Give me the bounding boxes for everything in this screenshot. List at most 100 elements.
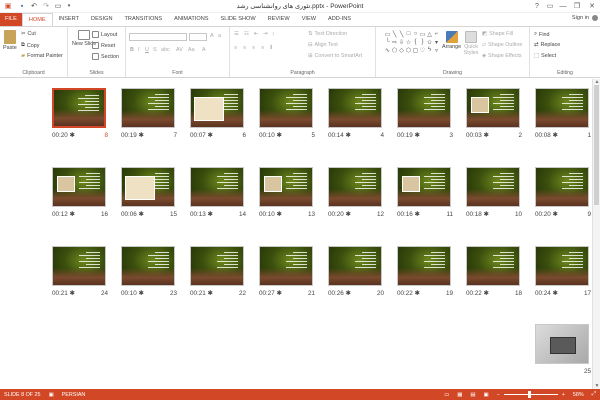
shape-fill-button[interactable]: ◩ Shape Fill	[482, 31, 513, 37]
columns-icon[interactable]: ⫴	[270, 45, 272, 52]
section-button[interactable]: Section	[92, 53, 119, 60]
justify-icon[interactable]: ≡	[261, 45, 264, 51]
slide-thumbnail[interactable]	[121, 246, 175, 286]
shape-more-icon[interactable]: ▾	[435, 39, 438, 46]
shape-oval-icon[interactable]: ○	[414, 31, 418, 37]
shape-outline-button[interactable]: ▱ Shape Outline	[482, 42, 522, 48]
shape-rect-icon[interactable]: □	[407, 31, 411, 37]
shape-diamond-icon[interactable]: ◇	[399, 47, 404, 54]
slide-thumbnail[interactable]	[535, 246, 589, 286]
increase-indent-icon[interactable]: ⇥	[263, 31, 268, 37]
slide-thumbnail[interactable]	[52, 88, 106, 128]
zoom-level[interactable]: 58%	[569, 392, 588, 398]
font-name-combobox[interactable]	[129, 33, 187, 41]
ribbon-display-options-icon[interactable]: ▭	[544, 0, 556, 12]
slide-thumbnail[interactable]	[466, 167, 520, 207]
scroll-thumb[interactable]	[594, 85, 599, 205]
change-case-icon[interactable]: Aa	[188, 47, 195, 53]
slide-thumbnail[interactable]	[121, 167, 175, 207]
font-color-icon[interactable]: A	[202, 47, 206, 53]
convert-smartart-button[interactable]: ⊞ Convert to SmartArt	[308, 53, 362, 59]
slide-thumbnail[interactable]	[190, 167, 244, 207]
shape-brace-icon[interactable]: {	[414, 39, 416, 45]
slide-thumbnail[interactable]	[52, 246, 106, 286]
shape-star-icon[interactable]: ✩	[427, 39, 432, 46]
shape-curve-icon[interactable]: ∿	[385, 47, 390, 54]
reading-view-icon[interactable]: ▤	[466, 392, 479, 398]
shape-connector-icon[interactable]: └	[385, 39, 389, 45]
slide-thumbnail[interactable]	[466, 88, 520, 128]
shape-callout-icon[interactable]: ▢	[413, 47, 419, 54]
sign-in-label[interactable]: Sign in	[572, 15, 589, 21]
format-painter-button[interactable]: ▰ Format Painter	[21, 53, 63, 59]
strikethrough-icon[interactable]: abc	[161, 47, 170, 53]
quick-styles-button[interactable]: Quick Styles	[462, 31, 480, 56]
slide-thumbnail[interactable]	[190, 246, 244, 286]
zoom-in-icon[interactable]: +	[558, 392, 569, 398]
help-icon[interactable]: ?	[531, 0, 543, 12]
shape-star-icon[interactable]: ☆	[406, 39, 411, 46]
shape-hexagon-icon[interactable]: ⬡	[406, 47, 411, 54]
shape-arrow-icon[interactable]: ⇩	[399, 39, 404, 46]
text-direction-button[interactable]: ⇅ Text Direction	[308, 31, 347, 37]
slide-thumbnail[interactable]	[397, 88, 451, 128]
shape-text-box-icon[interactable]: ▭	[385, 31, 391, 38]
line-spacing-icon[interactable]: ↕	[272, 31, 275, 37]
shape-arrow-icon[interactable]: ⇨	[392, 39, 397, 46]
slide-thumbnail[interactable]	[328, 167, 382, 207]
grow-font-icon[interactable]: A	[210, 33, 214, 39]
zoom-slider-thumb[interactable]	[527, 391, 531, 398]
slide-thumbnail[interactable]	[259, 88, 313, 128]
slide-thumbnail[interactable]	[190, 88, 244, 128]
minimize-icon[interactable]: —	[557, 0, 569, 12]
shape-bolt-icon[interactable]: ϟ	[428, 47, 431, 53]
normal-view-icon[interactable]: ▭	[440, 392, 453, 398]
shape-line-icon[interactable]: ╲	[393, 31, 397, 38]
vertical-scrollbar[interactable]: ▲ ▼	[592, 79, 600, 389]
numbering-icon[interactable]: ☷	[244, 31, 249, 37]
align-left-icon[interactable]: ≡	[234, 45, 237, 51]
reset-button[interactable]: Reset	[92, 42, 115, 49]
shapes-gallery[interactable]: ▭ ╲ ╲ □ ○ ▭ △ ⌐ └ ⇨ ⇩ ☆{} ✩ ▾ ∿ ⬠ ◇ ⬡ ▢ ♡ ϟ ▿	[384, 30, 440, 60]
slide-thumbnail[interactable]	[466, 246, 520, 286]
decrease-indent-icon[interactable]: ⇤	[254, 31, 259, 37]
cut-button[interactable]: ✂ Cut	[21, 31, 36, 37]
paste-button[interactable]: Paste	[3, 30, 17, 51]
slide-thumbnail[interactable]	[121, 88, 175, 128]
slide-thumbnail[interactable]	[397, 246, 451, 286]
italic-icon[interactable]: I	[138, 47, 140, 53]
slide-show-view-icon[interactable]: ▣	[479, 392, 492, 398]
select-button[interactable]: ⬚ Select	[534, 53, 556, 59]
shape-brace-icon[interactable]: }	[421, 39, 423, 45]
shape-heart-icon[interactable]: ♡	[420, 47, 425, 54]
tab-review[interactable]: REVIEW	[262, 13, 296, 26]
slide-thumbnail[interactable]	[52, 167, 106, 207]
zoom-slider[interactable]	[503, 391, 558, 398]
shape-triangle-icon[interactable]: △	[427, 31, 432, 38]
shape-rect-icon[interactable]: ▭	[420, 31, 426, 38]
fit-slide-icon[interactable]: ⤢	[588, 391, 600, 398]
slide-sorter-view-icon[interactable]: ▦	[453, 392, 466, 398]
shrink-font-icon[interactable]: a	[218, 33, 221, 39]
find-button[interactable]: ⌕ Find	[534, 31, 550, 38]
layout-button[interactable]: Layout	[92, 31, 117, 38]
slide-thumbnail[interactable]	[397, 167, 451, 207]
slide-thumbnail[interactable]	[535, 324, 589, 364]
shape-connector-icon[interactable]: ⌐	[435, 31, 439, 37]
align-center-icon[interactable]: ≡	[243, 45, 246, 51]
char-spacing-icon[interactable]: AV	[176, 47, 183, 53]
shape-pentagon-icon[interactable]: ⬠	[392, 47, 397, 54]
replace-button[interactable]: ⇄ Replace	[534, 42, 560, 48]
tab-animations[interactable]: ANIMATIONS	[168, 13, 214, 26]
restore-icon[interactable]: ❐	[571, 0, 583, 12]
tab-view[interactable]: VIEW	[296, 13, 322, 26]
shape-effects-button[interactable]: ◈ Shape Effects	[482, 53, 522, 59]
align-text-button[interactable]: ⊟ Align Text	[308, 42, 338, 48]
tab-insert[interactable]: INSERT	[53, 13, 85, 26]
zoom-out-icon[interactable]: −	[493, 392, 504, 398]
slide-thumbnail[interactable]	[328, 88, 382, 128]
tab-file[interactable]: FILE	[0, 13, 22, 26]
close-icon[interactable]: ✕	[586, 0, 598, 12]
slide-thumbnail[interactable]	[259, 246, 313, 286]
tab-transitions[interactable]: TRANSITIONS	[118, 13, 168, 26]
